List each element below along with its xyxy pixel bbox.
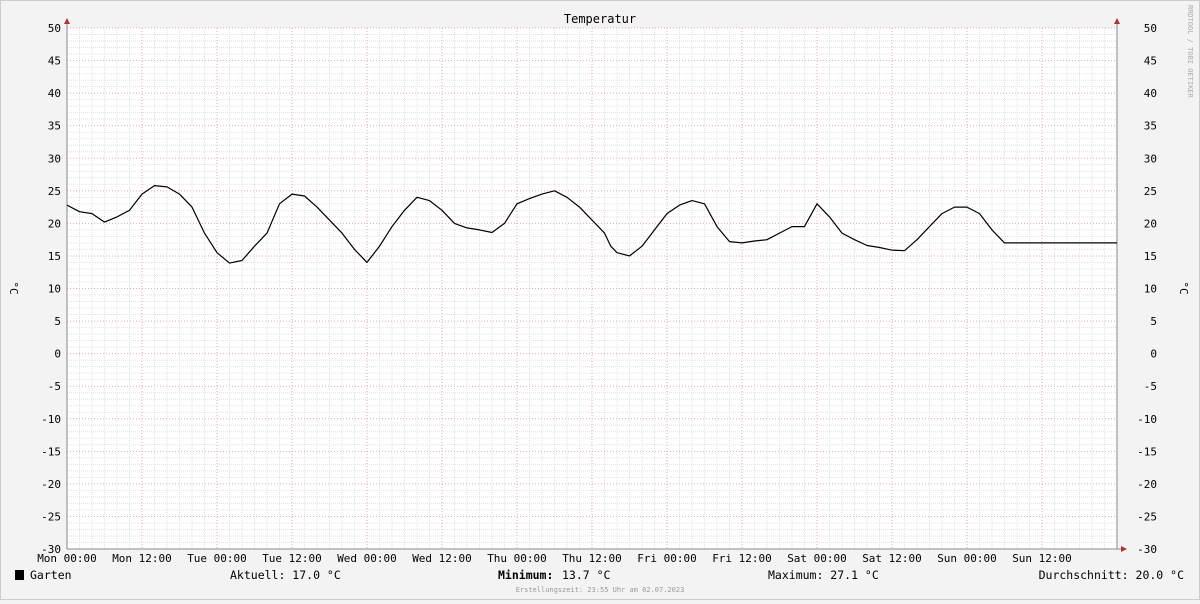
y-tick-label-right: 15 (1144, 250, 1157, 263)
x-tick-label: Tue 12:00 (262, 552, 322, 565)
y-tick-label-left: -25 (41, 510, 61, 523)
legend-minimum-value: 13.7 °C (562, 568, 611, 582)
y-tick-label-left: -10 (41, 413, 61, 426)
x-tick-label: Thu 00:00 (487, 552, 547, 565)
x-tick-label: Sun 00:00 (937, 552, 997, 565)
x-tick-label: Thu 12:00 (562, 552, 622, 565)
x-tick-label: Fri 00:00 (637, 552, 697, 565)
y-tick-label-left: 20 (48, 217, 61, 230)
x-tick-label: Fri 12:00 (712, 552, 772, 565)
y-tick-label-left: 50 (48, 22, 61, 35)
y-tick-label-right: -15 (1137, 445, 1157, 458)
y-tick-label-left: -5 (48, 380, 61, 393)
y-tick-label-left: 25 (48, 185, 61, 198)
y-tick-label-left: 35 (48, 120, 61, 133)
x-tick-label: Wed 12:00 (412, 552, 472, 565)
y-tick-label-right: 45 (1144, 55, 1157, 68)
y-tick-label-right: 10 (1144, 283, 1157, 296)
y-tick-label-left: -20 (41, 478, 61, 491)
x-tick-label: Sat 00:00 (787, 552, 847, 565)
y-tick-label-right: 35 (1144, 120, 1157, 133)
y-tick-label-right: -20 (1137, 478, 1157, 491)
x-tick-label: Wed 00:00 (337, 552, 397, 565)
x-tick-label: Mon 00:00 (37, 552, 97, 565)
x-tick-label: Tue 00:00 (187, 552, 247, 565)
y-tick-label-left: 40 (48, 87, 61, 100)
legend-maximum: Maximum: 27.1 °C (768, 568, 879, 582)
y-tick-label-left: 30 (48, 152, 61, 165)
y-tick-label-right: 5 (1150, 315, 1157, 328)
y-axis-label-left: °C (7, 281, 20, 294)
chart-canvas: 50454035302520151050-5-10-15-20-25-30 50… (0, 0, 1200, 600)
temperature-chart: 50 45 40 35 30 25 20 15 10 5 0 -5 -10 -15 -20 -25 -30 50… (0, 0, 1200, 600)
y-tick-label-right: 20 (1144, 217, 1157, 230)
y-tick-label-right: 40 (1144, 87, 1157, 100)
y-axis-label-right: °C (1177, 281, 1190, 294)
legend-swatch-garten (15, 570, 24, 580)
y-tick-label-right: -10 (1137, 413, 1157, 426)
x-tick-label: Mon 12:00 (112, 552, 172, 565)
y-tick-label-left: 45 (48, 55, 61, 68)
y-tick-label-right: 50 (1144, 22, 1157, 35)
x-tick-label: Sat 12:00 (862, 552, 922, 565)
legend-minimum-label: Minimum: (498, 568, 553, 582)
y-tick-label-left: -15 (41, 445, 61, 458)
footer-timestamp: Erstellungszeit: 23:55 Uhr am 02.07.2023 (516, 586, 685, 594)
y-tick-label-right: 30 (1144, 152, 1157, 165)
legend-average: Durchschnitt: 20.0 °C (1039, 568, 1184, 582)
y-tick-label-left: 0 (54, 348, 61, 361)
chart-title: Temperatur (564, 12, 636, 26)
y-tick-label-right: -5 (1144, 380, 1157, 393)
y-tick-label-left: 15 (48, 250, 61, 263)
y-tick-label-right: -30 (1137, 543, 1157, 556)
y-tick-label-right: 0 (1150, 348, 1157, 361)
y-tick-label-right: -25 (1137, 510, 1157, 523)
watermark: RRDTOOL / TOBI OETIKER (1186, 5, 1194, 99)
legend-current: Aktuell: 17.0 °C (230, 568, 341, 582)
legend-series-name: Garten (30, 568, 72, 582)
y-tick-label-left: 10 (48, 283, 61, 296)
y-tick-label-left: 5 (54, 315, 61, 328)
y-tick-label-right: 25 (1144, 185, 1157, 198)
x-tick-label: Sun 12:00 (1012, 552, 1072, 565)
